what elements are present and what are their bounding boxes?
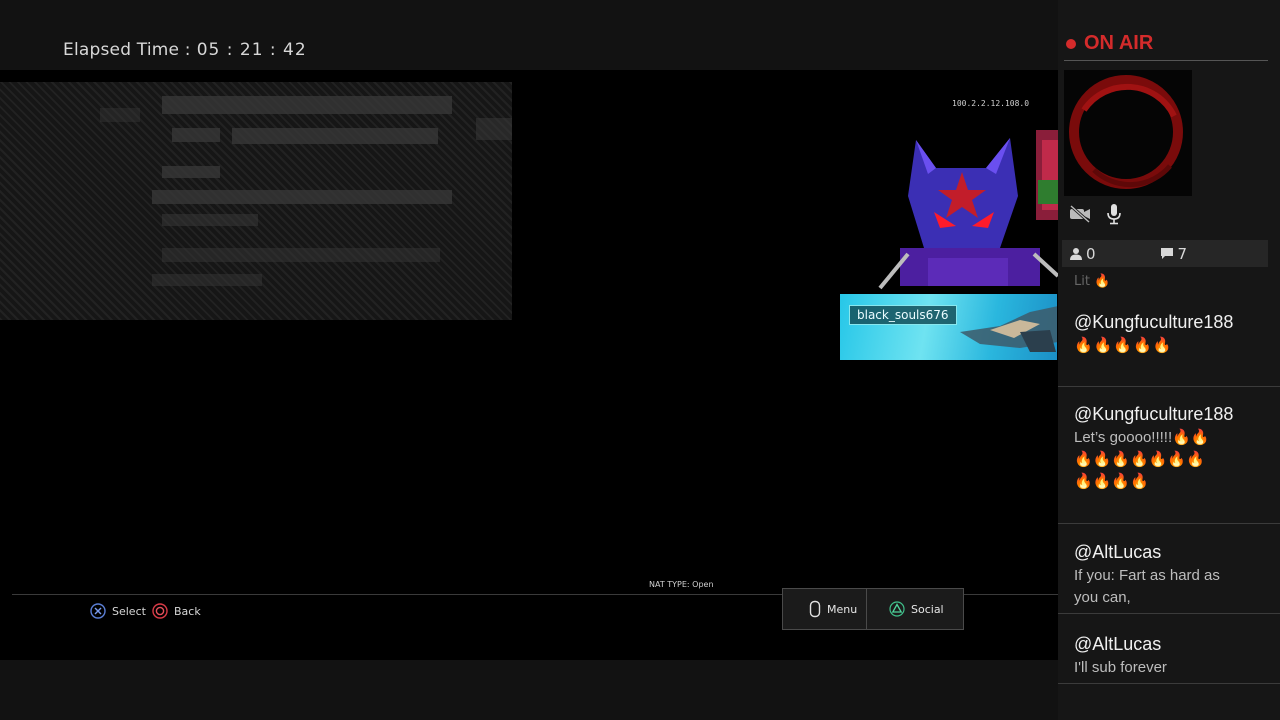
cross-button-icon xyxy=(90,603,106,619)
chat-message: @Kungfuculture188 Let’s goooo!!!!!🔥🔥🔥🔥🔥🔥… xyxy=(1058,402,1280,524)
microphone-icon[interactable] xyxy=(1106,203,1122,225)
camera-preview xyxy=(1064,70,1192,196)
camera-off-icon[interactable] xyxy=(1068,205,1092,223)
viewer-icon xyxy=(1070,248,1082,260)
nat-type-text: NAT TYPE: Open xyxy=(649,580,714,589)
on-air-indicator: ON AIR xyxy=(1066,32,1153,55)
social-label: Social xyxy=(911,602,944,616)
ip-address-text: 100.2.2.12.108.0 xyxy=(952,99,1030,108)
on-air-divider xyxy=(1064,60,1268,61)
chat-message: @AltLucas If you: Fart as hard as you ca… xyxy=(1058,540,1280,614)
chat-username: @Kungfuculture188 xyxy=(1074,404,1234,424)
viewer-stat: 0 xyxy=(1070,245,1096,263)
gamertag-label: black_souls676 xyxy=(849,305,957,325)
chat-username: @AltLucas xyxy=(1074,634,1162,654)
chat-feed[interactable]: Lit 🔥 @Kungfuculture188 🔥🔥🔥🔥🔥 @Kungfucul… xyxy=(1058,268,1280,720)
game-viewport: 100.2.2.12.108.0 black_souls676 NAT TYPE… xyxy=(0,70,1058,660)
media-controls xyxy=(1068,203,1122,225)
comment-count: 7 xyxy=(1177,244,1188,263)
select-hint[interactable]: Select xyxy=(90,603,146,619)
on-air-label: ON AIR xyxy=(1084,32,1154,54)
menu-label: Menu xyxy=(827,602,858,616)
chat-text: If you: Fart as hard as you can, xyxy=(1074,567,1220,606)
chat-message: @AltLucas I'll sub forever xyxy=(1058,632,1280,684)
gamertag-card: black_souls676 xyxy=(840,294,1057,360)
live-dot-icon xyxy=(1066,38,1076,49)
back-hint[interactable]: Back xyxy=(152,603,201,619)
social-button[interactable]: Social xyxy=(866,588,964,630)
stream-screen: Elapsed Time :05 : 21 : 42 100.2.2.12.10… xyxy=(0,0,1280,720)
options-button-icon xyxy=(809,600,821,618)
stream-stats-bar: 0 7 xyxy=(1062,240,1268,267)
circle-button-icon xyxy=(152,603,168,619)
comment-stat: 7 xyxy=(1160,244,1188,263)
character-art xyxy=(960,306,1057,352)
triangle-button-icon xyxy=(889,601,905,617)
viewer-count: 0 xyxy=(1086,244,1096,263)
chat-message: @Kungfuculture188 🔥🔥🔥🔥🔥 xyxy=(1058,310,1280,387)
elapsed-time-label: Elapsed Time : xyxy=(63,40,191,60)
elapsed-time: Elapsed Time :05 : 21 : 42 xyxy=(63,40,307,60)
chat-text: Let’s goooo!!!!!🔥🔥🔥🔥🔥🔥🔥🔥🔥🔥🔥🔥🔥 xyxy=(1074,429,1210,490)
obscured-info-panel xyxy=(0,82,512,320)
chat-text: I'll sub forever xyxy=(1074,659,1167,676)
chat-username: @Kungfuculture188 xyxy=(1074,312,1234,332)
chat-text: 🔥🔥🔥🔥🔥 xyxy=(1074,337,1173,354)
elapsed-time-value: 05 : 21 : 42 xyxy=(196,40,307,60)
chat-username: @AltLucas xyxy=(1074,542,1162,562)
wolf-emblem xyxy=(878,130,1058,290)
menu-button[interactable]: Menu xyxy=(782,588,866,630)
back-label: Back xyxy=(174,604,201,618)
chat-previous-message: Lit 🔥 xyxy=(1074,274,1111,289)
select-label: Select xyxy=(112,604,146,618)
comment-icon xyxy=(1160,248,1173,259)
